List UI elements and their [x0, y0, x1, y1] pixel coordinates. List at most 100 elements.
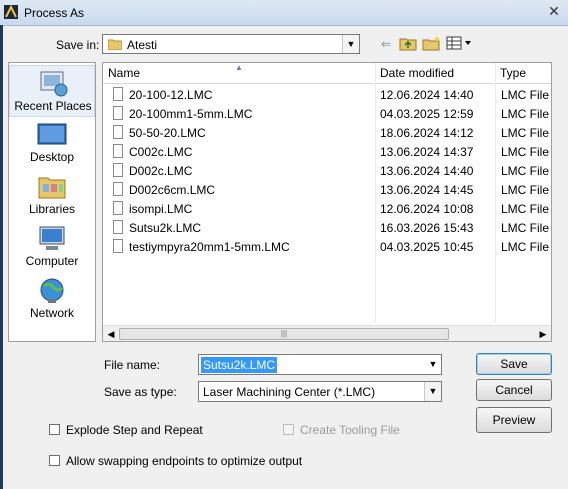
save-as-type-select[interactable]: Laser Machining Center (*.LMC) ▼: [198, 381, 442, 402]
place-label: Recent Places: [14, 99, 92, 113]
save-in-combo[interactable]: Atesti ▼: [102, 34, 360, 54]
column-header-date[interactable]: Date modified: [375, 63, 495, 83]
table-row[interactable]: D002c.LMC 13.06.2024 14:40 LMC File: [103, 162, 551, 181]
file-type: LMC File: [501, 164, 550, 178]
preview-button[interactable]: Preview: [476, 407, 552, 433]
chevron-down-icon[interactable]: ▼: [342, 35, 359, 53]
table-row[interactable]: isompi.LMC 12.06.2024 10:08 LMC File: [103, 200, 551, 219]
file-date: 12.06.2024 14:40: [380, 88, 474, 102]
scroll-left-icon[interactable]: ◀: [103, 326, 119, 341]
file-name: C002c.LMC: [129, 145, 193, 159]
file-date: 04.03.2025 12:59: [380, 107, 474, 121]
table-row[interactable]: Sutsu2k.LMC 16.03.2026 15:43 LMC File: [103, 219, 551, 238]
place-label: Network: [29, 306, 74, 320]
save-button[interactable]: Save: [476, 353, 552, 375]
window-title: Process As: [24, 6, 85, 20]
save-as-type-label: Save as type:: [104, 385, 177, 399]
file-type: LMC File: [501, 88, 550, 102]
file-type: LMC File: [501, 202, 550, 216]
title-bar: Process As ✕: [0, 0, 568, 26]
place-recent-places[interactable]: Recent Places: [9, 65, 95, 117]
file-icon: [113, 163, 123, 177]
network-icon: [40, 278, 64, 303]
tooling-checkbox[interactable]: [283, 424, 294, 435]
place-label: Computer: [25, 254, 79, 268]
table-row[interactable]: 50-50-20.LMC 18.06.2024 14:12 LMC File: [103, 124, 551, 143]
file-name: 50-50-20.LMC: [129, 126, 206, 140]
cancel-button[interactable]: Cancel: [476, 379, 552, 401]
file-list[interactable]: Name ▲ Date modified Type 20-100-12.LMC …: [102, 62, 552, 342]
save-in-value: Atesti: [127, 38, 158, 52]
chevron-down-icon[interactable]: ▼: [424, 382, 441, 401]
file-type: LMC File: [501, 126, 550, 140]
file-icon: [113, 144, 123, 158]
file-icon: [113, 106, 123, 120]
file-type: LMC File: [501, 240, 550, 254]
libraries-icon: [38, 177, 66, 199]
new-folder-icon[interactable]: [422, 35, 442, 53]
sort-up-icon: ▲: [235, 63, 243, 72]
file-type: LMC File: [501, 145, 550, 159]
place-label: Libraries: [28, 202, 76, 216]
file-name-label: File name:: [104, 358, 161, 372]
place-computer[interactable]: Computer: [9, 221, 95, 273]
file-date: 13.06.2024 14:45: [380, 183, 474, 197]
file-icon: [113, 201, 123, 215]
back-icon[interactable]: ⇐: [376, 35, 396, 53]
file-date: 12.06.2024 10:08: [380, 202, 474, 216]
column-header-label: Date modified: [380, 66, 455, 80]
file-name: Sutsu2k.LMC: [129, 221, 202, 235]
column-header-label: Name: [108, 66, 141, 80]
file-name: D002c6cm.LMC: [129, 183, 216, 197]
file-type: LMC File: [501, 107, 550, 121]
file-date: 13.06.2024 14:37: [380, 145, 474, 159]
up-folder-icon[interactable]: [398, 35, 418, 53]
table-row[interactable]: D002c6cm.LMC 13.06.2024 14:45 LMC File: [103, 181, 551, 200]
view-menu-icon[interactable]: [446, 35, 474, 53]
file-name: testiympyra20mm1-5mm.LMC: [129, 240, 290, 254]
folder-icon: [108, 39, 122, 50]
file-icon: [113, 220, 123, 234]
close-icon[interactable]: ✕: [543, 3, 565, 20]
place-label: Desktop: [29, 150, 75, 164]
explode-checkbox[interactable]: [49, 424, 60, 435]
file-type: LMC File: [501, 221, 550, 235]
file-name-input[interactable]: Sutsu2k.LMC ▼: [198, 354, 442, 375]
file-icon: [113, 182, 123, 196]
explode-label: Explode Step and Repeat: [66, 423, 203, 437]
swap-endpoints-label: Allow swapping endpoints to optimize out…: [66, 454, 303, 468]
column-header-name[interactable]: Name ▲: [103, 63, 375, 83]
places-bar: Recent Places Desktop Libraries Computer: [8, 62, 96, 342]
place-libraries[interactable]: Libraries: [9, 169, 95, 221]
table-row[interactable]: 20-100mm1-5mm.LMC 04.03.2025 12:59 LMC F…: [103, 105, 551, 124]
horizontal-scrollbar[interactable]: ◀ ||| ▶: [103, 325, 551, 341]
chevron-down-icon[interactable]: ▼: [425, 355, 441, 374]
file-icon: [113, 239, 123, 253]
file-name: 20-100-12.LMC: [129, 88, 213, 102]
file-date: 16.03.2026 15:43: [380, 221, 474, 235]
file-name: 20-100mm1-5mm.LMC: [129, 107, 253, 121]
column-header-type[interactable]: Type: [495, 63, 551, 83]
place-network[interactable]: Network: [9, 273, 95, 325]
swap-endpoints-checkbox[interactable]: [49, 455, 60, 466]
window-border: [0, 25, 3, 489]
file-date: 04.03.2025 10:45: [380, 240, 474, 254]
file-type: LMC File: [501, 183, 550, 197]
file-icon: [113, 87, 123, 101]
table-row[interactable]: 20-100-12.LMC 12.06.2024 14:40 LMC File: [103, 86, 551, 105]
file-name: isompi.LMC: [129, 202, 193, 216]
tooling-label: Create Tooling File: [300, 423, 400, 437]
scrollbar-thumb[interactable]: |||: [119, 328, 449, 340]
table-row[interactable]: testiympyra20mm1-5mm.LMC 04.03.2025 10:4…: [103, 238, 551, 257]
desktop-icon: [37, 123, 67, 145]
list-header: Name ▲ Date modified Type: [103, 63, 551, 84]
place-desktop[interactable]: Desktop: [9, 117, 95, 169]
file-date: 18.06.2024 14:12: [380, 126, 474, 140]
computer-icon: [39, 226, 65, 250]
scroll-right-icon[interactable]: ▶: [535, 326, 551, 341]
file-name-value: Sutsu2k.LMC: [201, 357, 278, 373]
column-header-label: Type: [500, 66, 527, 80]
table-row[interactable]: C002c.LMC 13.06.2024 14:37 LMC File: [103, 143, 551, 162]
recent-places-icon: [40, 71, 68, 97]
save-as-type-value: Laser Machining Center (*.LMC): [203, 385, 376, 399]
